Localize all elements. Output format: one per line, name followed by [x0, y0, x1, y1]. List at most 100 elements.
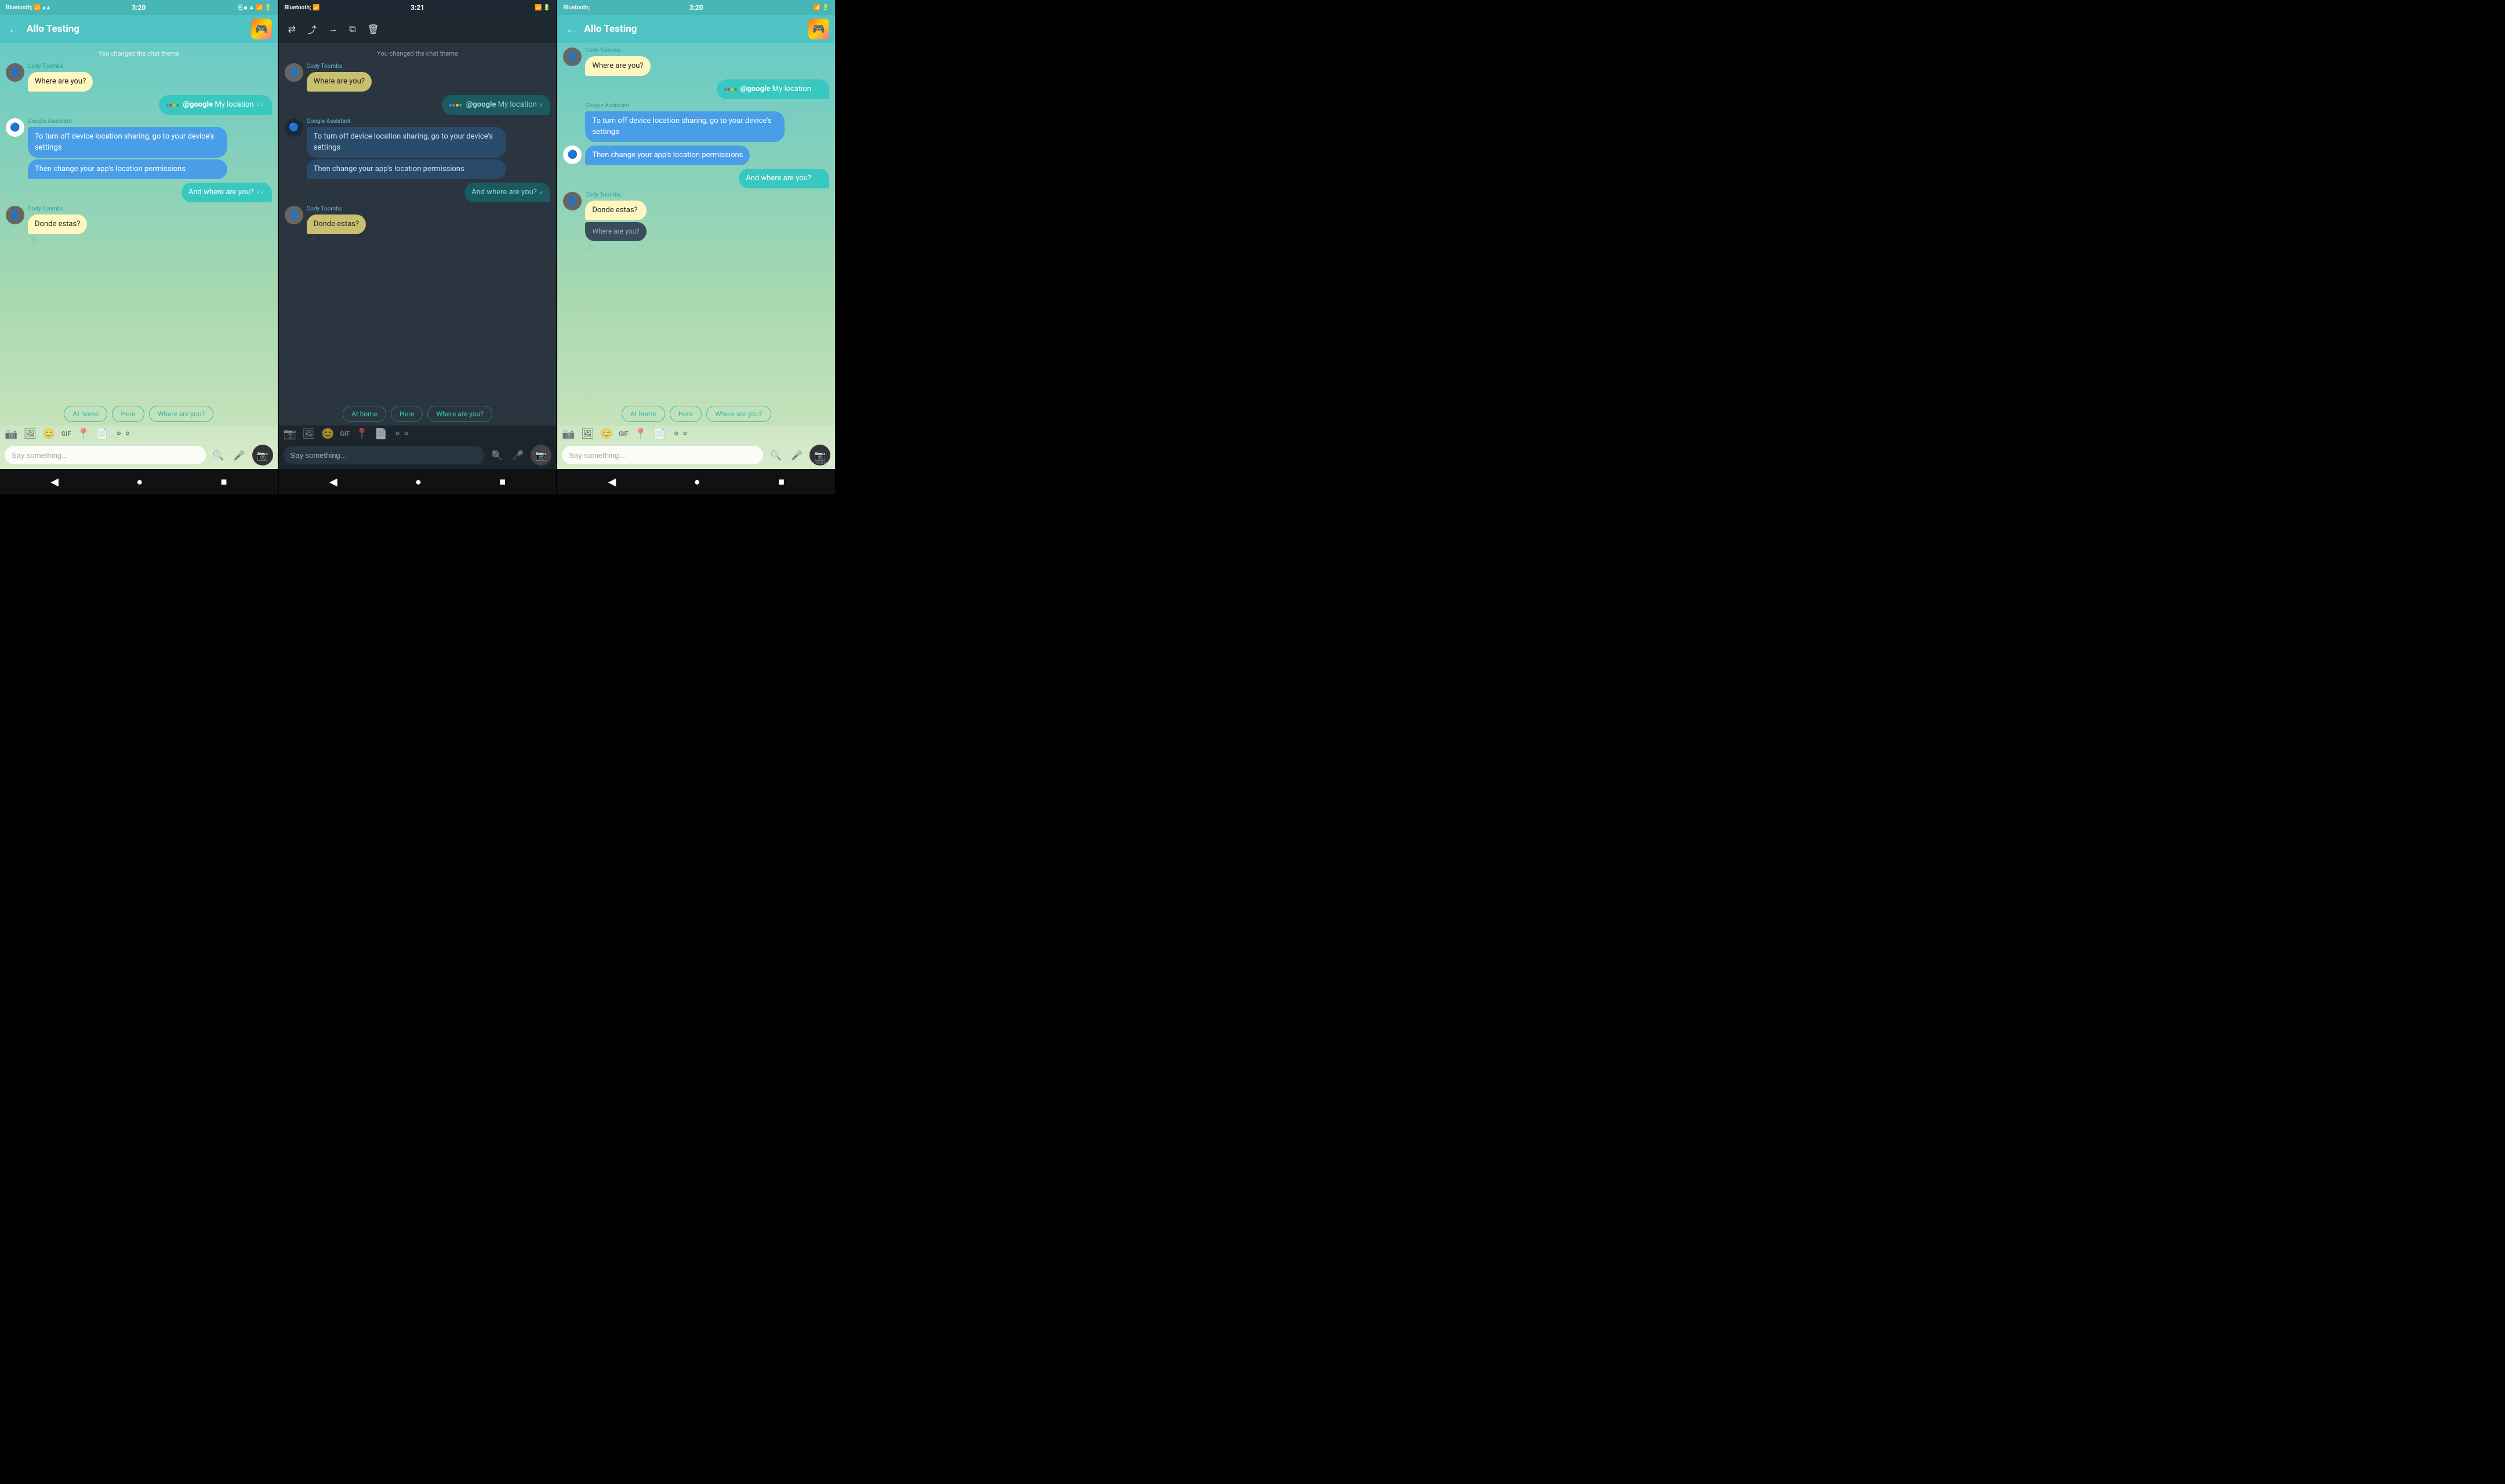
file-icon-left[interactable]: 📄 — [96, 428, 108, 440]
nav-home-mid[interactable]: ● — [415, 476, 422, 488]
google-tag-mid: @google — [466, 100, 496, 109]
more-icon-mid[interactable]: ⚬⚬ — [393, 428, 411, 440]
camera-icon-right[interactable]: 📷 — [562, 428, 575, 440]
bubble-wrap-google: Google Assistant To turn off device loca… — [28, 118, 227, 179]
smart-reply-here-mid[interactable]: Here — [391, 406, 423, 422]
more-icon-left[interactable]: ⚬⚬ — [114, 428, 132, 440]
smart-reply-where-left[interactable]: Where are you? — [149, 406, 213, 422]
text-input-mid[interactable] — [284, 446, 485, 464]
image-icon-mid[interactable]: 🖼 — [302, 428, 315, 440]
chat-title-left: Allo Testing — [27, 23, 246, 35]
chat-area-left: You changed the chat theme 👤 Cody Toombs… — [0, 43, 278, 402]
tick-right2: ✓✓ — [814, 176, 822, 182]
location-icon-right[interactable]: 📍 — [634, 428, 647, 440]
camera-icon-left[interactable]: 📷 — [5, 428, 17, 440]
google-tag-right: @google — [740, 85, 771, 93]
bubble-wrap-mid-google: Google Assistant To turn off device loca… — [307, 118, 506, 179]
location-icon-mid[interactable]: 📍 — [355, 428, 368, 440]
nav-recent-mid[interactable]: ■ — [499, 476, 506, 488]
bubble-right-yellow: Where are you? — [585, 56, 650, 76]
smart-reply-where-right[interactable]: Where are you? — [706, 406, 771, 422]
smart-reply-home-mid[interactable]: At home — [343, 406, 386, 422]
bubble-wrap-mid-cody2: Cody Toombs Donde estas? ♡ — [307, 206, 366, 246]
gif-icon-mid[interactable]: GIF — [340, 430, 350, 438]
location-icon-left[interactable]: 📍 — [77, 428, 89, 440]
smart-reply-home-right[interactable]: At home — [622, 406, 665, 422]
file-icon-right[interactable]: 📄 — [653, 428, 666, 440]
more-icon-right[interactable]: ⚬⚬ — [672, 428, 689, 440]
status-icons-left: Bluetooth; 📶 ▴ ▴ — [6, 5, 50, 11]
text-input-right[interactable] — [562, 446, 763, 464]
sender-name: Cody Toombs — [28, 63, 93, 70]
panel-left: Bluetooth; 📶 ▴ ▴ 3:20 ⎘ ◼ ▲ 📶 🔋 ← Allo T… — [0, 0, 278, 494]
msg-row-google: 🔵 Google Assistant To turn off device lo… — [6, 118, 272, 179]
heart-icon-mid[interactable]: ♡ — [309, 237, 366, 246]
smart-reply-home-left[interactable]: At home — [64, 406, 107, 422]
smart-reply-here-left[interactable]: Here — [112, 406, 144, 422]
google-tag: @google — [183, 100, 213, 109]
smart-reply-here-right[interactable]: Here — [670, 406, 702, 422]
app-icon-left: 🎮 — [251, 19, 272, 39]
emoji-search-right[interactable]: 🔍 — [768, 447, 784, 463]
bubble-google-2: Then change your app's location permissi… — [28, 159, 227, 179]
translate-btn[interactable]: ⇄ — [285, 21, 299, 37]
mic-mid[interactable]: 🎤 — [510, 447, 526, 463]
tick-right1: ✓✓ — [814, 87, 822, 93]
status-icons-right-left: ⎘ ◼ ▲ 📶 🔋 — [238, 5, 271, 11]
status-bar-mid: Bluetooth; 📶 3:21 📶 🔋 — [279, 0, 557, 15]
emoji-icon-mid[interactable]: 😊 — [321, 428, 334, 440]
tick-mid2: ✓ — [539, 190, 544, 196]
msg-row-right-sent1: @google My location✓✓ — [563, 79, 829, 99]
forward-btn[interactable]: → — [325, 21, 341, 37]
msg-row-mid-google: 🔵 Google Assistant To turn off device lo… — [285, 118, 551, 179]
share-btn[interactable]: ⤴ — [304, 20, 320, 38]
bubble-sent2: And where are you?✓✓ — [181, 183, 272, 202]
bubble-dark-sent: @google My location✓ — [442, 95, 550, 115]
nav-back-mid[interactable]: ◀ — [329, 476, 337, 488]
bubble-received: Where are you? — [28, 72, 93, 92]
heart-icon-left[interactable]: ♡ — [30, 237, 87, 246]
gif-icon-right[interactable]: GIF — [619, 430, 629, 438]
camera-btn-mid[interactable]: 📷 — [531, 445, 551, 465]
nav-recent-left[interactable]: ■ — [221, 476, 227, 488]
gif-icon-left[interactable]: GIF — [61, 430, 71, 438]
nav-home-right[interactable]: ● — [694, 476, 700, 488]
input-toolbar-left: 📷 🖼 😊 GIF 📍 📄 ⚬⚬ — [0, 425, 278, 442]
input-row-left: 🔍 🎤 📷 — [0, 442, 278, 469]
bubble-dark-blue-2: Then change your app's location permissi… — [307, 159, 506, 179]
status-time-right: 3:20 — [689, 3, 703, 12]
nav-home-left[interactable]: ● — [136, 476, 143, 488]
msg-row-mid-sent2: And where are you?✓ — [285, 183, 551, 202]
bubble-right-blue-2: Then change your app's location permissi… — [585, 146, 750, 165]
text-input-left[interactable] — [5, 446, 206, 464]
nav-recent-right[interactable]: ■ — [778, 476, 785, 488]
emoji-search-left[interactable]: 🔍 — [210, 447, 227, 463]
msg-row-mid-cody2: 👤 Cody Toombs Donde estas? ♡ — [285, 206, 551, 246]
nav-back-left[interactable]: ◀ — [50, 476, 59, 488]
back-button-right[interactable]: ← — [563, 20, 579, 39]
sender-cody-right: Cody Toombs — [585, 48, 650, 54]
sender-cody2-right: Cody Toombs — [585, 192, 646, 198]
emoji-icon-left[interactable]: 😊 — [42, 428, 55, 440]
smart-reply-where-mid[interactable]: Where are you? — [427, 406, 492, 422]
msg-row-cody2: 👤 Cody Toombs Donde estas? ♡ — [6, 206, 272, 246]
heart-icon-right[interactable]: ♡ — [587, 244, 646, 253]
back-button-left[interactable]: ← — [6, 20, 22, 39]
mic-right[interactable]: 🎤 — [789, 447, 805, 463]
emoji-icon-right[interactable]: 😊 — [600, 428, 613, 440]
status-bar-right: Bluetooth; 3:20 📶 🔋 — [557, 0, 835, 15]
copy-btn[interactable]: ⧉ — [346, 21, 359, 37]
mic-left[interactable]: 🎤 — [231, 447, 248, 463]
camera-btn-left[interactable]: 📷 — [252, 445, 273, 465]
msg-row-right-google: Google Assistant To turn off device loca… — [563, 103, 829, 141]
image-icon-left[interactable]: 🖼 — [23, 428, 37, 440]
file-icon-mid[interactable]: 📄 — [375, 428, 387, 440]
emoji-search-mid[interactable]: 🔍 — [489, 447, 505, 463]
panel-middle: Bluetooth; 📶 3:21 📶 🔋 ⇄ ⤴ → ⧉ 🗑 You chan… — [279, 0, 557, 494]
bubble-dark-yellow: Where are you? — [307, 72, 372, 92]
nav-back-right[interactable]: ◀ — [608, 476, 616, 488]
image-icon-right[interactable]: 🖼 — [581, 428, 594, 440]
delete-btn[interactable]: 🗑 — [364, 21, 383, 37]
camera-icon-mid[interactable]: 📷 — [284, 428, 296, 440]
bubble-wrap-sent2: And where are you?✓✓ — [181, 183, 272, 202]
